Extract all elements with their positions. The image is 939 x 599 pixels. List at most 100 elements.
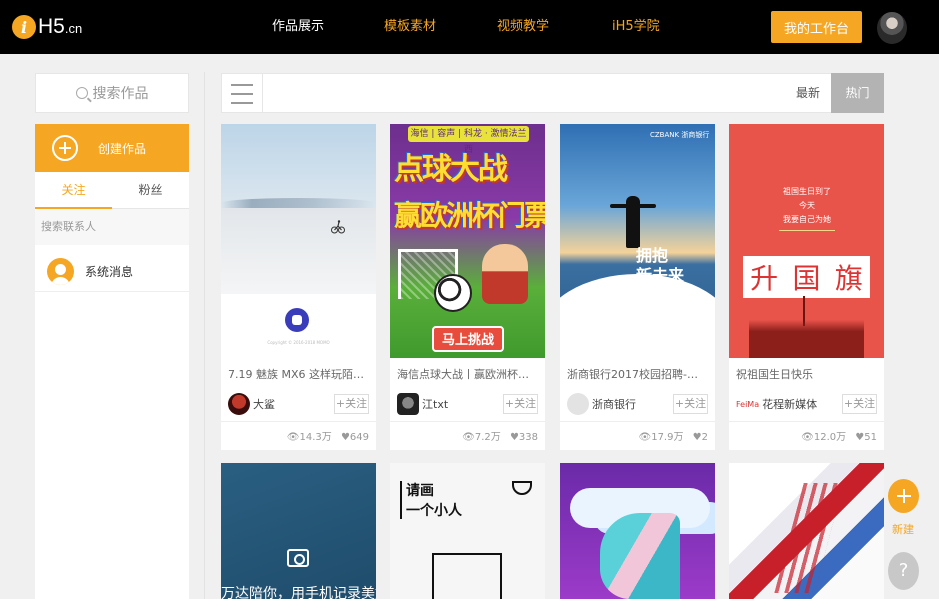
sort-latest-button[interactable]: 最新	[785, 74, 831, 112]
like-count: 51	[864, 432, 877, 443]
author-info[interactable]: 大鲨	[228, 392, 275, 416]
author-name[interactable]: 花程新媒体	[762, 396, 817, 412]
drawing-frame	[432, 553, 502, 599]
view-count: 7.2万	[474, 432, 501, 443]
work-thumbnail[interactable]: 请画 一个小人	[390, 463, 545, 599]
camera-icon	[287, 549, 309, 567]
follow-button[interactable]: +关注	[842, 394, 877, 414]
thumbnail-subheadline: 赢欧洲杯门票	[394, 199, 545, 232]
work-thumbnail[interactable]: 祖国生日到了 今天 我要自己为她 升 国 旗	[729, 124, 884, 358]
cyclist-icon	[331, 220, 345, 234]
thumbnail-headline: 升 国 旗	[743, 256, 870, 298]
eye-icon: 👁	[462, 432, 475, 443]
site-logo[interactable]: i H5.cn	[12, 12, 82, 42]
filter-bar: 最新 热门	[221, 73, 884, 113]
create-work-label: 创建作品	[98, 141, 147, 156]
work-card[interactable]: 祖国生日到了 今天 我要自己为她 升 国 旗 祝祖国生日快乐 FeiMa 花程新…	[729, 124, 884, 450]
author-info[interactable]: FeiMa 花程新媒体	[736, 392, 817, 416]
nav-works-showcase[interactable]: 作品展示	[272, 0, 324, 54]
work-title[interactable]: 浙商银行2017校园招聘-拥抱新未...	[567, 366, 708, 382]
tiananmen-illustration	[749, 320, 864, 358]
new-work-fab[interactable]	[888, 479, 919, 513]
tab-following[interactable]: 关注	[35, 172, 112, 209]
user-icon	[47, 258, 74, 285]
menu-icon[interactable]	[231, 84, 253, 104]
heart-icon: ♥	[340, 432, 350, 443]
sort-hot-button[interactable]: 热门	[831, 73, 884, 113]
social-tabs: 关注 粉丝	[35, 172, 189, 209]
work-title[interactable]: 祝祖国生日快乐	[736, 366, 877, 382]
sidebar-divider	[204, 72, 205, 599]
bowl-icon	[512, 481, 532, 495]
thumbnail-headline: 点球大战	[394, 152, 508, 187]
system-message-item[interactable]: 系统消息	[35, 252, 189, 292]
search-contacts-input[interactable]: 搜索联系人	[35, 209, 189, 245]
work-card[interactable]: 海信 | 容声 | 科龙 · 激情法兰西 点球大战 赢欧洲杯门票 马上挑战 海信…	[390, 124, 545, 450]
nav-templates[interactable]: 模板素材	[384, 0, 436, 54]
football-icon	[434, 274, 472, 312]
work-thumbnail[interactable]	[560, 463, 715, 599]
system-message-label: 系统消息	[85, 265, 134, 279]
thumbnail-headline: 请画 一个小人	[406, 483, 462, 519]
logo-wordmark: H5.cn	[38, 15, 83, 38]
follow-button[interactable]: +关注	[673, 394, 708, 414]
author-info[interactable]: 浙商银行	[567, 392, 636, 416]
search-works-placeholder: 搜索作品	[92, 86, 149, 102]
thumbnail-copyright: Copyright © 2016-2018 MOMO	[267, 340, 330, 345]
search-icon	[75, 87, 88, 99]
mascot-illustration	[482, 244, 528, 304]
author-info[interactable]: 江txt	[397, 392, 448, 416]
top-navigation-bar: i H5.cn 作品展示 模板素材 视频教学 iH5学院 我的工作台	[0, 0, 939, 54]
create-work-button[interactable]: 创建作品	[35, 124, 189, 172]
follow-button[interactable]: +关注	[334, 394, 369, 414]
work-thumbnail[interactable]: 万达陪你，用手机记录美好	[221, 463, 376, 599]
author-name[interactable]: 浙商银行	[592, 396, 636, 412]
tab-fans[interactable]: 粉丝	[112, 172, 189, 209]
anime-character-illustration	[600, 513, 680, 599]
momo-logo-icon	[285, 308, 309, 332]
work-card[interactable]: Copyright © 2016-2018 MOMO 7.19 魅族 MX6 这…	[221, 124, 376, 450]
work-stats: 👁14.3万 ♥649	[287, 428, 369, 443]
like-count: 2	[701, 432, 708, 443]
eye-icon: 👁	[638, 432, 652, 443]
help-button[interactable]: ?	[888, 552, 919, 590]
like-count: 338	[518, 432, 538, 443]
work-title[interactable]: 海信点球大战丨赢欧洲杯门票	[397, 366, 538, 382]
work-thumbnail[interactable]: Copyright © 2016-2018 MOMO	[221, 124, 376, 358]
author-name[interactable]: 江txt	[422, 396, 448, 412]
work-thumbnail[interactable]: 海信 | 容声 | 科龙 · 激情法兰西 点球大战 赢欧洲杯门票 马上挑战	[390, 124, 545, 358]
heart-icon: ♥	[509, 432, 519, 443]
filter-divider	[262, 74, 263, 112]
author-avatar[interactable]	[397, 393, 419, 415]
user-avatar[interactable]	[877, 12, 907, 44]
new-work-label[interactable]: 新建	[892, 521, 914, 537]
thumbnail-headline: 拥抱 新未来	[636, 246, 685, 285]
heart-icon: ♥	[692, 432, 702, 443]
heart-icon: ♥	[855, 432, 865, 443]
nav-video-tutorials[interactable]: 视频教学	[497, 0, 549, 54]
view-count: 12.0万	[813, 432, 847, 443]
thumbnail-brand: CZBANK 浙商银行	[650, 131, 710, 139]
my-workbench-button[interactable]: 我的工作台	[771, 11, 862, 43]
eye-icon: 👁	[801, 432, 814, 443]
thumbnail-subtitle: 浙商银行 2017校园招聘	[644, 290, 697, 310]
eye-icon: 👁	[286, 432, 300, 443]
search-works-input[interactable]: 搜索作品	[35, 73, 189, 113]
author-avatar[interactable]	[567, 393, 589, 415]
work-stats: 👁17.9万 ♥2	[639, 428, 709, 443]
like-count: 649	[349, 432, 369, 443]
card-divider	[390, 421, 545, 422]
view-count: 14.3万	[299, 432, 332, 443]
author-name[interactable]: 大鲨	[253, 396, 275, 412]
work-thumbnail[interactable]: CZBANK 浙商银行 拥抱 新未来 浙商银行 2017校园招聘	[560, 124, 715, 358]
work-title[interactable]: 7.19 魅族 MX6 这样玩陌陌真的好...	[228, 366, 369, 382]
author-badge: FeiMa	[736, 399, 760, 409]
nav-ih5-academy[interactable]: iH5学院	[612, 0, 660, 54]
follow-button[interactable]: +关注	[503, 394, 538, 414]
author-avatar[interactable]	[228, 393, 250, 415]
thumbnail-headline: 万达陪你，用手机记录美好	[221, 586, 376, 599]
view-count: 17.9万	[651, 432, 684, 443]
work-card[interactable]: CZBANK 浙商银行 拥抱 新未来 浙商银行 2017校园招聘 浙商银行201…	[560, 124, 715, 450]
work-thumbnail[interactable]	[729, 463, 884, 599]
card-divider	[221, 421, 376, 422]
